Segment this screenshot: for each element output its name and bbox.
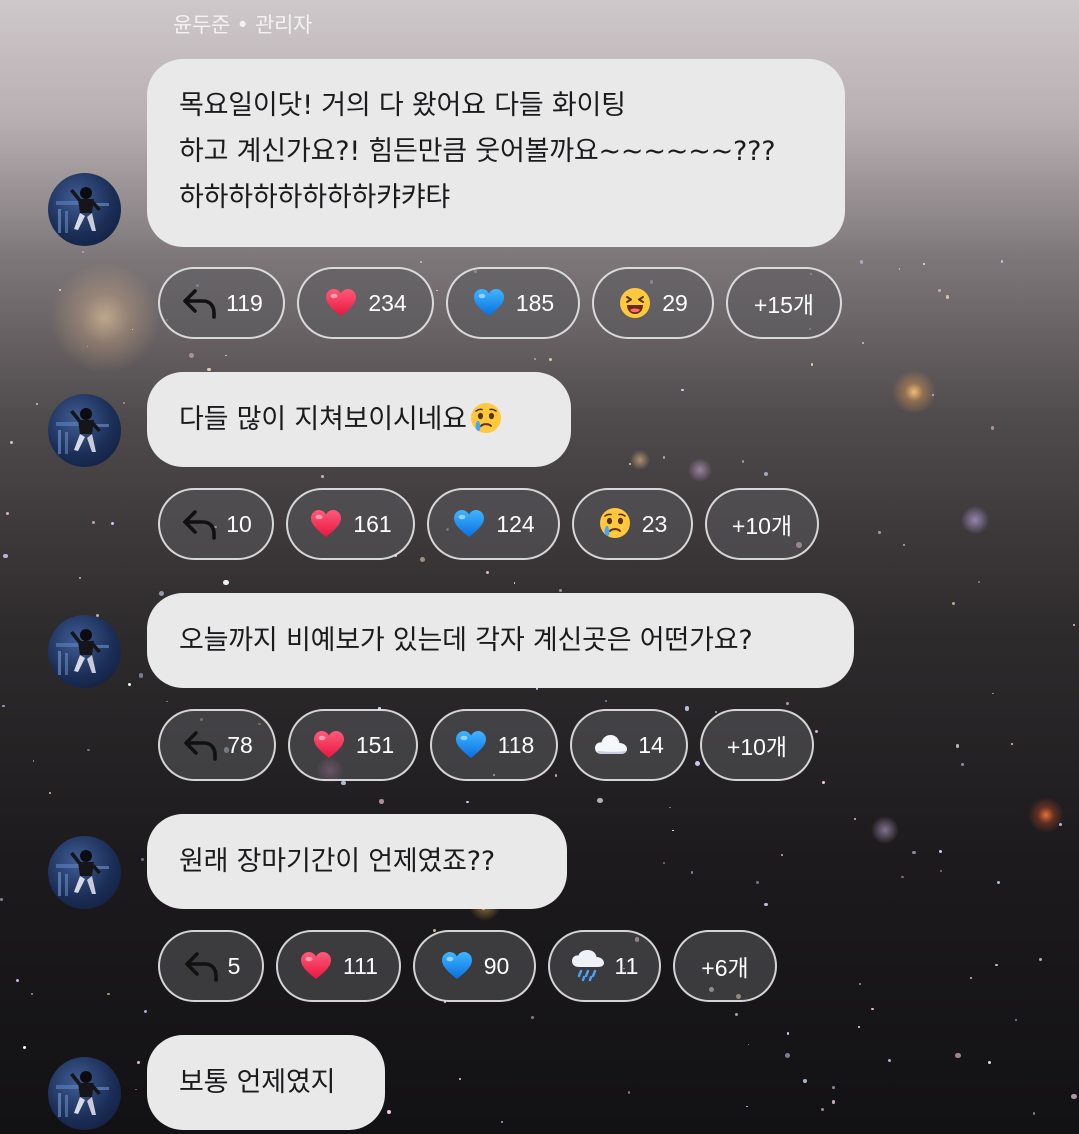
red-heart-icon (324, 286, 358, 320)
reaction-chip-cloud[interactable]: 14 (570, 709, 688, 781)
more-reactions-label: +10개 (731, 513, 793, 539)
reaction-bar: 5 111 90 11 +6개 (158, 930, 777, 1002)
reply-arrow-icon (181, 728, 221, 762)
message-line: 목요일이닷! 거의 다 왔어요 다들 화이팅 (179, 90, 626, 121)
more-reactions-button[interactable]: +10개 (700, 709, 814, 781)
message-bubble[interactable]: 다들 많이 지쳐보이시네요 (147, 372, 571, 467)
reaction-chip-blue-heart[interactable]: 90 (413, 930, 536, 1002)
reply-arrow-icon (182, 949, 222, 983)
more-reactions-button[interactable]: +6개 (673, 930, 777, 1002)
reaction-count: 90 (483, 952, 510, 979)
reply-button[interactable]: 5 (158, 930, 264, 1002)
message-line: 하하하하하하하하캬캬탸 (179, 182, 451, 213)
message-bubble[interactable]: 보통 언제였지 (147, 1035, 385, 1130)
message-text: 보통 언제였지 (179, 1067, 336, 1098)
more-reactions-button[interactable]: +10개 (705, 488, 819, 560)
crying-face-icon (469, 402, 507, 440)
reaction-count: 111 (343, 952, 378, 979)
avatar[interactable] (48, 836, 121, 909)
message-text: 다들 많이 지쳐보이시네요 (179, 404, 467, 435)
reply-button[interactable]: 78 (158, 709, 276, 781)
cloud-icon (594, 728, 628, 762)
message-text: 원래 장마기간이 언제였죠?? (179, 846, 496, 877)
reaction-bar: 10 161 124 23 +10개 (158, 488, 819, 560)
blue-heart-icon (440, 949, 474, 983)
sender-name: 윤두준 (173, 13, 231, 37)
reaction-bar: 119 234 185 29 +15개 (158, 267, 842, 339)
blue-heart-icon (452, 507, 486, 541)
message-line: 하고 계신가요?! 힘든만큼 웃어볼까요~~~~~~??? (179, 136, 776, 167)
red-heart-icon (312, 728, 346, 762)
sender-separator: • (236, 13, 249, 37)
reaction-chip-red-heart[interactable]: 234 (297, 267, 434, 339)
reply-count: 78 (227, 731, 253, 758)
sender-header: 윤두준 • 관리자 (173, 9, 312, 39)
reaction-chip-blue-heart[interactable]: 118 (430, 709, 558, 781)
avatar[interactable] (48, 1057, 121, 1130)
reaction-chip-rain-cloud[interactable]: 11 (548, 930, 661, 1002)
sender-role: 관리자 (254, 13, 312, 37)
reaction-chip-red-heart[interactable]: 161 (286, 488, 415, 560)
reaction-count: 151 (355, 731, 395, 758)
message-bubble[interactable]: 원래 장마기간이 언제였죠?? (147, 814, 567, 909)
red-heart-icon (309, 507, 343, 541)
rain-cloud-icon (571, 949, 605, 983)
reaction-bar: 78 151 118 14 +10개 (158, 709, 814, 781)
reply-arrow-icon (180, 286, 220, 320)
reply-count: 119 (226, 289, 263, 316)
red-heart-icon (299, 949, 333, 983)
reaction-count: 185 (515, 289, 555, 316)
avatar[interactable] (48, 394, 121, 467)
more-reactions-label: +6개 (701, 955, 749, 981)
reply-count: 10 (226, 510, 252, 537)
message-bubble[interactable]: 오늘까지 비예보가 있는데 각자 계신곳은 어떤가요? (147, 593, 854, 688)
blue-heart-icon (472, 286, 506, 320)
reaction-count: 124 (496, 510, 535, 537)
reply-button[interactable]: 119 (158, 267, 285, 339)
reaction-chip-crying-face[interactable]: 23 (572, 488, 693, 560)
more-reactions-button[interactable]: +15개 (726, 267, 842, 339)
reaction-count: 11 (614, 952, 639, 979)
reaction-chip-red-heart[interactable]: 111 (276, 930, 401, 1002)
reaction-chip-blue-heart[interactable]: 185 (446, 267, 580, 339)
reply-arrow-icon (180, 507, 220, 541)
reaction-count: 161 (353, 510, 392, 537)
reaction-count: 29 (662, 289, 688, 316)
more-reactions-label: +15개 (753, 292, 815, 318)
reaction-chip-blue-heart[interactable]: 124 (427, 488, 560, 560)
blue-heart-icon (454, 728, 488, 762)
reaction-count: 23 (641, 510, 668, 537)
reaction-count: 234 (368, 289, 407, 316)
message-bubble[interactable]: 목요일이닷! 거의 다 왔어요 다들 화이팅 하고 계신가요?! 힘든만큼 웃어… (147, 59, 845, 247)
crying-face-icon (598, 507, 632, 541)
avatar[interactable] (48, 173, 121, 246)
avatar[interactable] (48, 615, 121, 688)
laughing-face-icon (618, 286, 652, 320)
reaction-count: 14 (638, 731, 664, 758)
reply-button[interactable]: 10 (158, 488, 274, 560)
reply-count: 5 (227, 952, 241, 979)
reaction-chip-red-heart[interactable]: 151 (288, 709, 418, 781)
reaction-count: 118 (497, 731, 535, 758)
message-text: 오늘까지 비예보가 있는데 각자 계신곳은 어떤가요? (179, 625, 753, 656)
reaction-chip-laughing-face[interactable]: 29 (592, 267, 714, 339)
more-reactions-label: +10개 (726, 734, 788, 760)
